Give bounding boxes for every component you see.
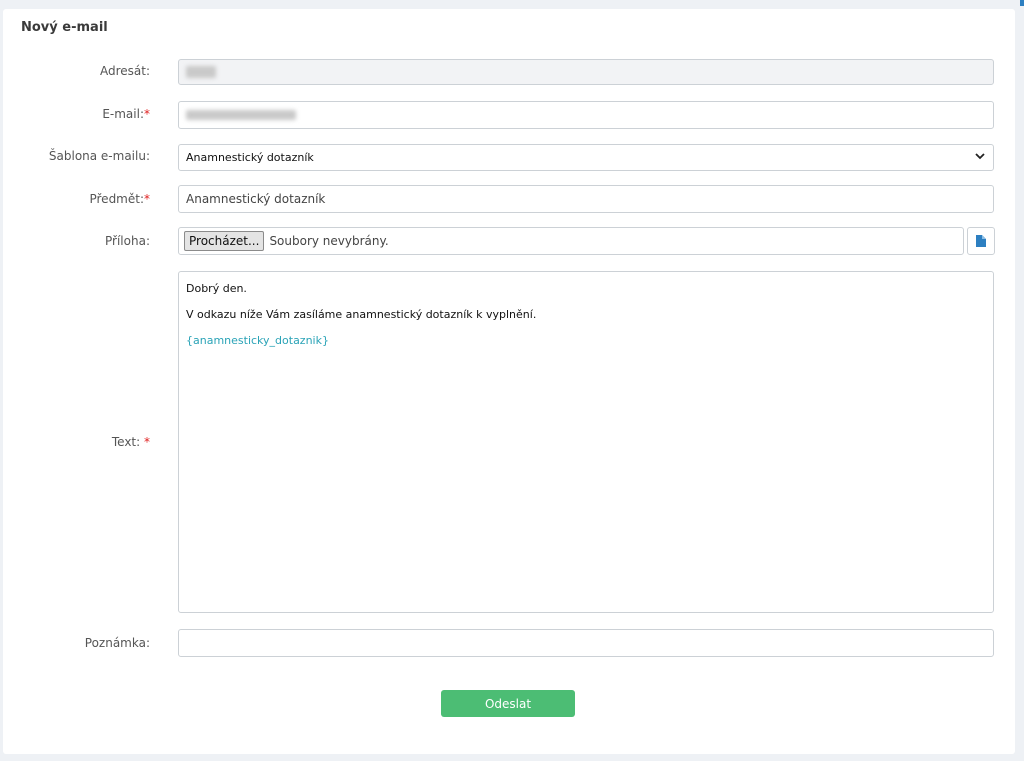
recipient-label: Adresát:: [99, 64, 150, 78]
subject-label: Předmět:*: [89, 192, 150, 206]
text-label: Text: *: [111, 435, 150, 449]
recipient-redacted: [186, 66, 216, 78]
template-label: Šablona e-mailu:: [48, 149, 150, 163]
email-label: E-mail:*: [102, 107, 150, 121]
email-field[interactable]: [178, 101, 994, 129]
email-body-editor[interactable]: Dobrý den. V odkazu níže Vám zasíláme an…: [178, 271, 994, 613]
file-status: Soubory nevybrány.: [269, 234, 389, 248]
template-select[interactable]: Anamnestický dotazník: [178, 144, 994, 171]
new-email-card: Nový e-mail Adresát: E-mail:* Šablona e-…: [3, 9, 1015, 754]
body-line: Dobrý den.: [186, 282, 247, 295]
note-label: Poznámka:: [84, 636, 150, 650]
browse-button[interactable]: Procházet...: [184, 231, 265, 251]
email-redacted: [186, 110, 296, 120]
attachment-label: Příloha:: [105, 234, 150, 248]
body-line: V odkazu níže Vám zasíláme anamnestický …: [186, 308, 537, 321]
subject-input[interactable]: Anamnestický dotazník: [178, 185, 994, 213]
note-input[interactable]: [178, 629, 994, 657]
attach-file-button[interactable]: [967, 227, 995, 255]
template-placeholder-link: {anamnesticky_dotaznik}: [186, 334, 329, 347]
page-title: Nový e-mail: [21, 20, 108, 35]
send-button[interactable]: Odeslat: [441, 690, 575, 717]
file-icon: [976, 232, 986, 251]
chevron-down-icon: [975, 151, 985, 164]
attachment-file-input[interactable]: Procházet... Soubory nevybrány.: [178, 227, 964, 255]
recipient-field: [178, 59, 994, 85]
top-accent-strip: [1020, 0, 1024, 6]
